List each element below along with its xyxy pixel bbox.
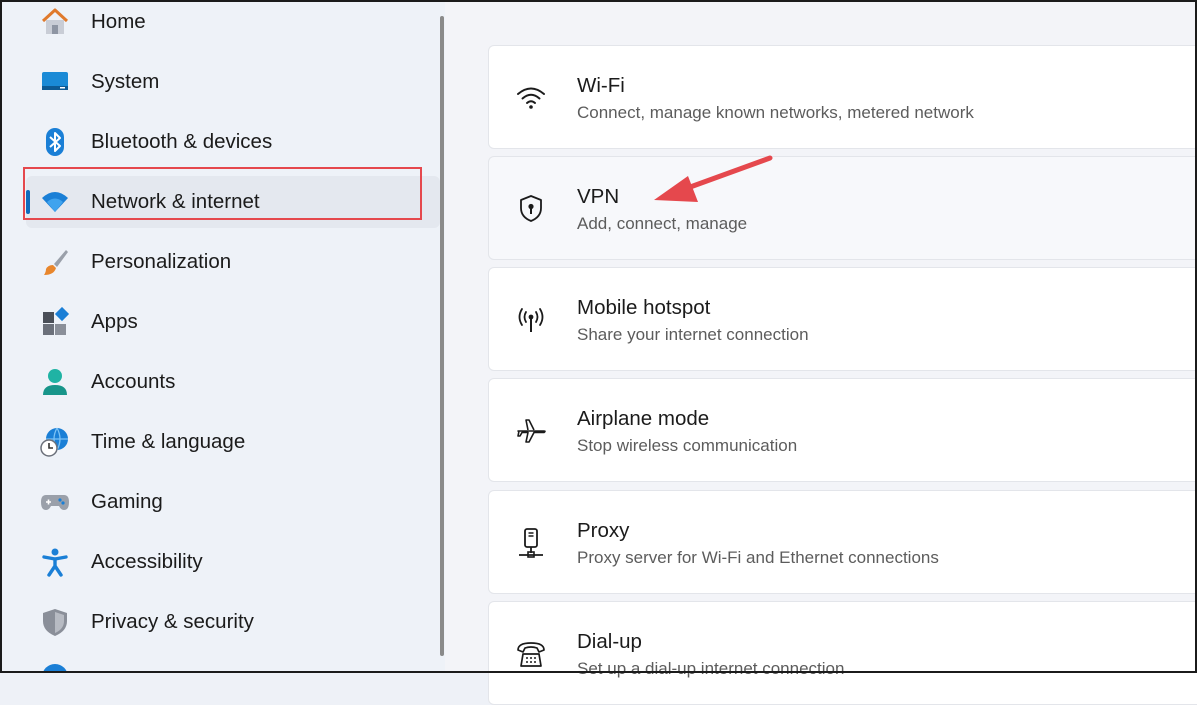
card-subtitle: Share your internet connection xyxy=(577,325,809,344)
card-title: Proxy xyxy=(577,519,630,542)
sidebar-item-apps[interactable]: Apps xyxy=(26,296,440,348)
card-subtitle: Add, connect, manage xyxy=(577,214,748,233)
sidebar-item-label: Home xyxy=(91,10,146,33)
shield-icon xyxy=(40,607,70,637)
sidebar-item-bluetooth-devices[interactable]: Bluetooth & devices xyxy=(26,116,440,168)
sidebar-item-label: Bluetooth & devices xyxy=(91,130,273,153)
airplane-icon xyxy=(515,415,547,447)
proxy-icon xyxy=(515,527,547,559)
sidebar-item-label: Accessibility xyxy=(91,550,203,573)
card-title: Airplane mode xyxy=(577,407,710,430)
bluetooth-icon xyxy=(40,127,70,157)
annotation-arrow xyxy=(654,155,773,202)
sidebar-item-label: Personalization xyxy=(91,250,232,273)
card-title: Mobile hotspot xyxy=(577,296,711,319)
card-dial-up[interactable]: Dial-up Set up a dial-up internet connec… xyxy=(488,601,1197,705)
card-subtitle: Set up a dial-up internet connection xyxy=(577,659,845,678)
brush-icon xyxy=(40,247,70,277)
home-icon xyxy=(40,7,70,37)
dialup-phone-icon xyxy=(515,638,547,670)
sidebar-item-label: Time & language xyxy=(91,430,246,453)
monitor-icon xyxy=(40,67,70,97)
sidebar-item-accessibility[interactable]: Accessibility xyxy=(26,536,440,588)
sidebar-item-gaming[interactable]: Gaming xyxy=(26,476,440,528)
sidebar-item-privacy-security[interactable]: Privacy & security xyxy=(26,596,440,648)
card-proxy[interactable]: Proxy Proxy server for Wi-Fi and Etherne… xyxy=(488,490,1197,594)
hotspot-icon xyxy=(515,304,547,336)
sidebar-item-system[interactable]: System xyxy=(26,56,440,108)
sidebar-item-label: Gaming xyxy=(91,490,163,513)
wifi-icon xyxy=(515,82,547,114)
sidebar-item-time-language[interactable]: Time & language xyxy=(26,416,440,468)
sidebar-item-accounts[interactable]: Accounts xyxy=(26,356,440,408)
globe-clock-icon xyxy=(40,427,70,457)
gamepad-icon xyxy=(40,487,70,517)
card-subtitle: Proxy server for Wi-Fi and Ethernet conn… xyxy=(577,548,939,567)
vpn-shield-icon xyxy=(515,193,547,225)
card-mobile-hotspot[interactable]: Mobile hotspot Share your internet conne… xyxy=(488,267,1197,371)
card-title: Wi-Fi xyxy=(577,74,625,97)
sidebar-scrollbar[interactable] xyxy=(440,16,444,656)
sidebar-item-home[interactable]: Home xyxy=(26,0,440,48)
sidebar-item-label: Privacy & security xyxy=(91,610,254,633)
person-icon xyxy=(40,367,70,397)
card-subtitle: Stop wireless communication xyxy=(577,436,798,455)
card-title: Dial-up xyxy=(577,630,642,653)
sidebar: Home System Bluetooth & devices Network … xyxy=(0,0,445,673)
highlight-box xyxy=(23,167,422,220)
card-vpn[interactable]: VPN Add, connect, manage xyxy=(488,156,1197,260)
card-wifi[interactable]: Wi-Fi Connect, manage known networks, me… xyxy=(488,45,1197,149)
card-airplane-mode[interactable]: Airplane mode Stop wireless communicatio… xyxy=(488,378,1197,482)
sidebar-item-personalization[interactable]: Personalization xyxy=(26,236,440,288)
card-subtitle: Connect, manage known networks, metered … xyxy=(577,103,974,122)
apps-icon xyxy=(40,307,70,337)
accessibility-icon xyxy=(40,547,70,577)
sidebar-item-label: Apps xyxy=(91,310,138,333)
sidebar-item-label: Accounts xyxy=(91,370,176,393)
card-title: VPN xyxy=(577,185,620,208)
sidebar-item-label: System xyxy=(91,70,160,93)
sidebar-item-partial xyxy=(40,662,70,673)
